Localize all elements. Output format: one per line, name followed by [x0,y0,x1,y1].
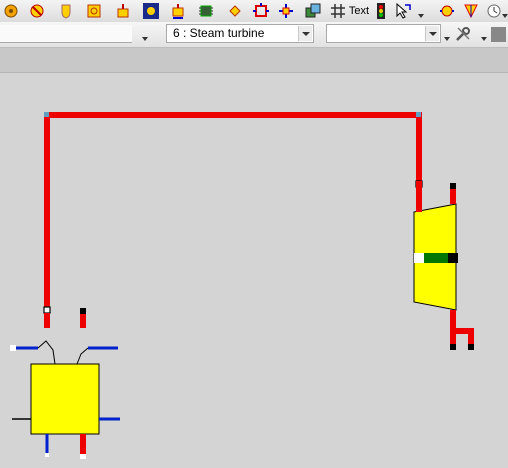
boiler-port-top[interactable] [80,308,86,314]
traffic-light-icon[interactable] [373,1,389,20]
junction-icon[interactable] [276,1,296,20]
steam-pipe-line[interactable] [44,112,422,308]
tools-icon[interactable] [453,24,473,44]
chevron-down-icon[interactable] [298,26,312,41]
pipe-end-node[interactable] [43,306,51,314]
text-tool-button[interactable]: Text [348,1,370,20]
ring-source-icon[interactable] [2,1,20,20]
boiler[interactable] [10,308,120,459]
chip-icon[interactable] [196,1,216,20]
splitter-icon[interactable] [251,1,271,20]
turbine-exhaust-port[interactable] [450,344,456,350]
color-mix-icon[interactable] [461,1,481,20]
ruler-band [0,48,508,73]
pipe-bend-node[interactable] [44,112,49,117]
sun-heat-icon[interactable] [141,1,161,20]
dropdown-toggle-icon[interactable] [491,27,506,42]
toolbar2-grip-3[interactable] [480,24,487,44]
component-selector[interactable]: 6 : Steam turbine [166,24,314,43]
boiler-blowdown-port[interactable] [45,453,49,457]
secondary-selector[interactable] [326,24,441,43]
drawing-canvas[interactable] [0,73,508,468]
toolbar2-grip-1[interactable] [141,24,148,44]
boiler-lead-left [37,340,56,365]
valve-closed-icon[interactable] [28,1,46,20]
cursor-tool-icon[interactable] [393,1,413,20]
text-tool-label: Text [348,4,370,17]
turbine-inlet-port[interactable] [414,253,424,263]
boiler-body[interactable] [30,363,100,435]
property-field[interactable] [0,25,132,43]
layers-icon[interactable] [303,1,323,20]
turbine-extraction-pipe [450,189,456,204]
shield-icon[interactable] [57,1,75,20]
boiler-bottom-port[interactable] [80,454,86,459]
toolbar-overflow-grip[interactable] [417,1,424,21]
diamond-icon[interactable] [225,1,245,20]
turbine-shaft-port[interactable] [448,253,458,263]
toolbar-overflow-grip-2[interactable] [501,1,508,21]
boiler-lead-right [76,347,89,365]
component-toolbar: Text [0,0,508,23]
component-wizard-icon[interactable] [437,1,457,20]
target-square-icon[interactable] [84,1,104,20]
turbine-port-top[interactable] [450,183,456,189]
chevron-down-icon[interactable] [425,26,439,41]
heater-icon[interactable] [168,1,188,20]
grid-cross-icon[interactable] [328,1,348,20]
component-selector-value: 6 : Steam turbine [173,26,265,40]
selection-toolbar: 6 : Steam turbine [0,22,508,48]
turbine-shaft [424,253,448,263]
boiler-bottom-steam-pipe [80,434,86,454]
boiler-steam-outlet [44,313,50,328]
pipe-bend-node[interactable] [416,112,421,117]
pump-icon[interactable] [113,1,133,20]
turbine-exhaust-pipe [450,310,474,345]
turbine-exhaust-port[interactable] [468,344,474,350]
boiler-reheat-pipe [80,314,86,328]
turbine-steam-inlet [416,181,422,212]
toolbar2-grip-2[interactable] [443,24,450,44]
steam-turbine[interactable] [413,181,474,350]
boiler-feedwater-port[interactable] [10,345,16,351]
